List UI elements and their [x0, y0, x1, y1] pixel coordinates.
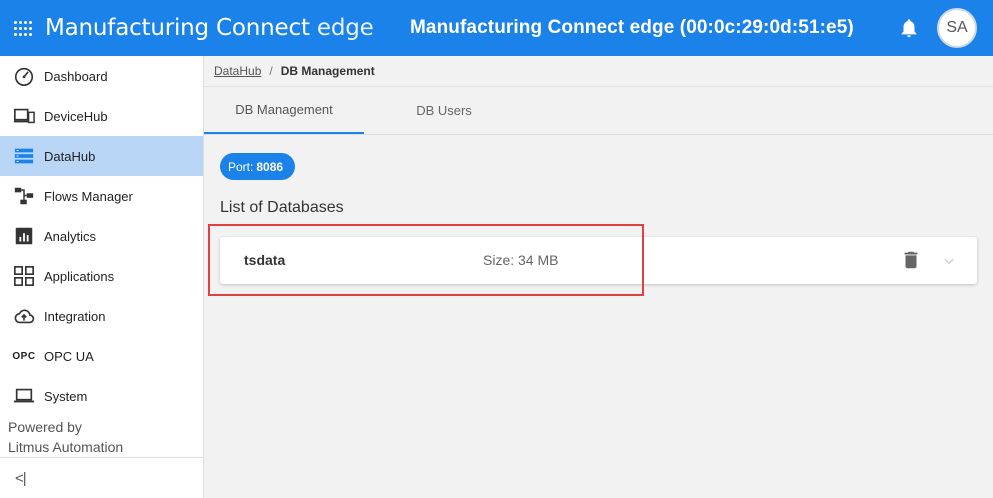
port-badge: Port: 8086: [220, 153, 296, 180]
sidebar-item-datahub[interactable]: DataHub: [0, 136, 203, 176]
sidebar: Dashboard DeviceHub DataHub Flows Manage…: [0, 56, 204, 498]
app-header: Manufacturing Connect edge Manufacturing…: [0, 0, 993, 56]
apps-grid-icon: [14, 18, 34, 38]
sidebar-divider: [0, 457, 203, 458]
powered-by-line1: Powered by: [8, 419, 82, 435]
powered-by: Powered by Litmus Automation: [8, 417, 123, 457]
database-row[interactable]: tsdata Size: 34 MB: [220, 237, 977, 284]
database-icon: [12, 144, 36, 168]
sidebar-item-opc-ua[interactable]: OPC OPC UA: [0, 336, 203, 376]
app-logo[interactable]: Manufacturing Connect edge: [14, 15, 374, 41]
app-name: Manufacturing Connect: [45, 15, 310, 41]
bell-icon[interactable]: [898, 17, 920, 39]
trash-icon[interactable]: [900, 249, 922, 271]
app-title: Manufacturing Connect edge: [45, 15, 374, 41]
sidebar-item-label: System: [44, 388, 88, 404]
sidebar-item-system[interactable]: System: [0, 376, 203, 416]
main-content: DataHub / DB Management DB Management DB…: [204, 56, 993, 498]
devices-icon: [12, 104, 36, 128]
sidebar-item-label: OPC UA: [44, 348, 94, 364]
sidebar-item-label: DataHub: [44, 148, 96, 164]
breadcrumb-datahub-link[interactable]: DataHub: [214, 64, 261, 78]
powered-by-line2: Litmus Automation: [8, 439, 124, 455]
port-label: Port:: [228, 159, 254, 174]
opc-icon: OPC: [12, 350, 36, 362]
breadcrumb-current: DB Management: [280, 64, 375, 78]
sidebar-item-integration[interactable]: Integration: [0, 296, 203, 336]
sidebar-item-label: Applications: [44, 268, 115, 284]
tab-bar: DB Management DB Users: [204, 87, 993, 135]
collapse-sidebar-button[interactable]: <|: [15, 470, 27, 487]
database-name: tsdata: [244, 252, 286, 268]
sidebar-item-dashboard[interactable]: Dashboard: [0, 56, 203, 96]
cloud-upload-icon: [12, 304, 36, 328]
sidebar-item-label: Integration: [44, 308, 106, 324]
sidebar-item-label: Dashboard: [44, 68, 108, 84]
database-size: Size: 34 MB: [483, 252, 559, 268]
sidebar-item-flows-manager[interactable]: Flows Manager: [0, 176, 203, 216]
breadcrumb: DataHub / DB Management: [204, 56, 993, 87]
user-avatar[interactable]: SA: [937, 8, 977, 48]
tab-db-management[interactable]: DB Management: [204, 87, 364, 134]
laptop-icon: [12, 384, 36, 408]
sidebar-item-label: Flows Manager: [44, 188, 133, 204]
app-suffix: edge: [316, 15, 374, 41]
applications-icon: [12, 264, 36, 288]
sidebar-item-analytics[interactable]: Analytics: [0, 216, 203, 256]
tab-db-users[interactable]: DB Users: [364, 87, 524, 134]
chevron-down-icon[interactable]: [942, 254, 956, 268]
flows-icon: [12, 184, 36, 208]
breadcrumb-separator: /: [269, 64, 273, 78]
analytics-icon: [12, 224, 36, 248]
databases-section-title: List of Databases: [220, 199, 344, 216]
speedometer-icon: [12, 64, 36, 88]
device-title: Manufacturing Connect edge (00:0c:29:0d:…: [410, 17, 854, 38]
sidebar-item-label: Analytics: [44, 228, 97, 244]
sidebar-item-label: DeviceHub: [44, 108, 108, 124]
port-value: 8086: [256, 159, 284, 174]
sidebar-item-devicehub[interactable]: DeviceHub: [0, 96, 203, 136]
sidebar-item-applications[interactable]: Applications: [0, 256, 203, 296]
